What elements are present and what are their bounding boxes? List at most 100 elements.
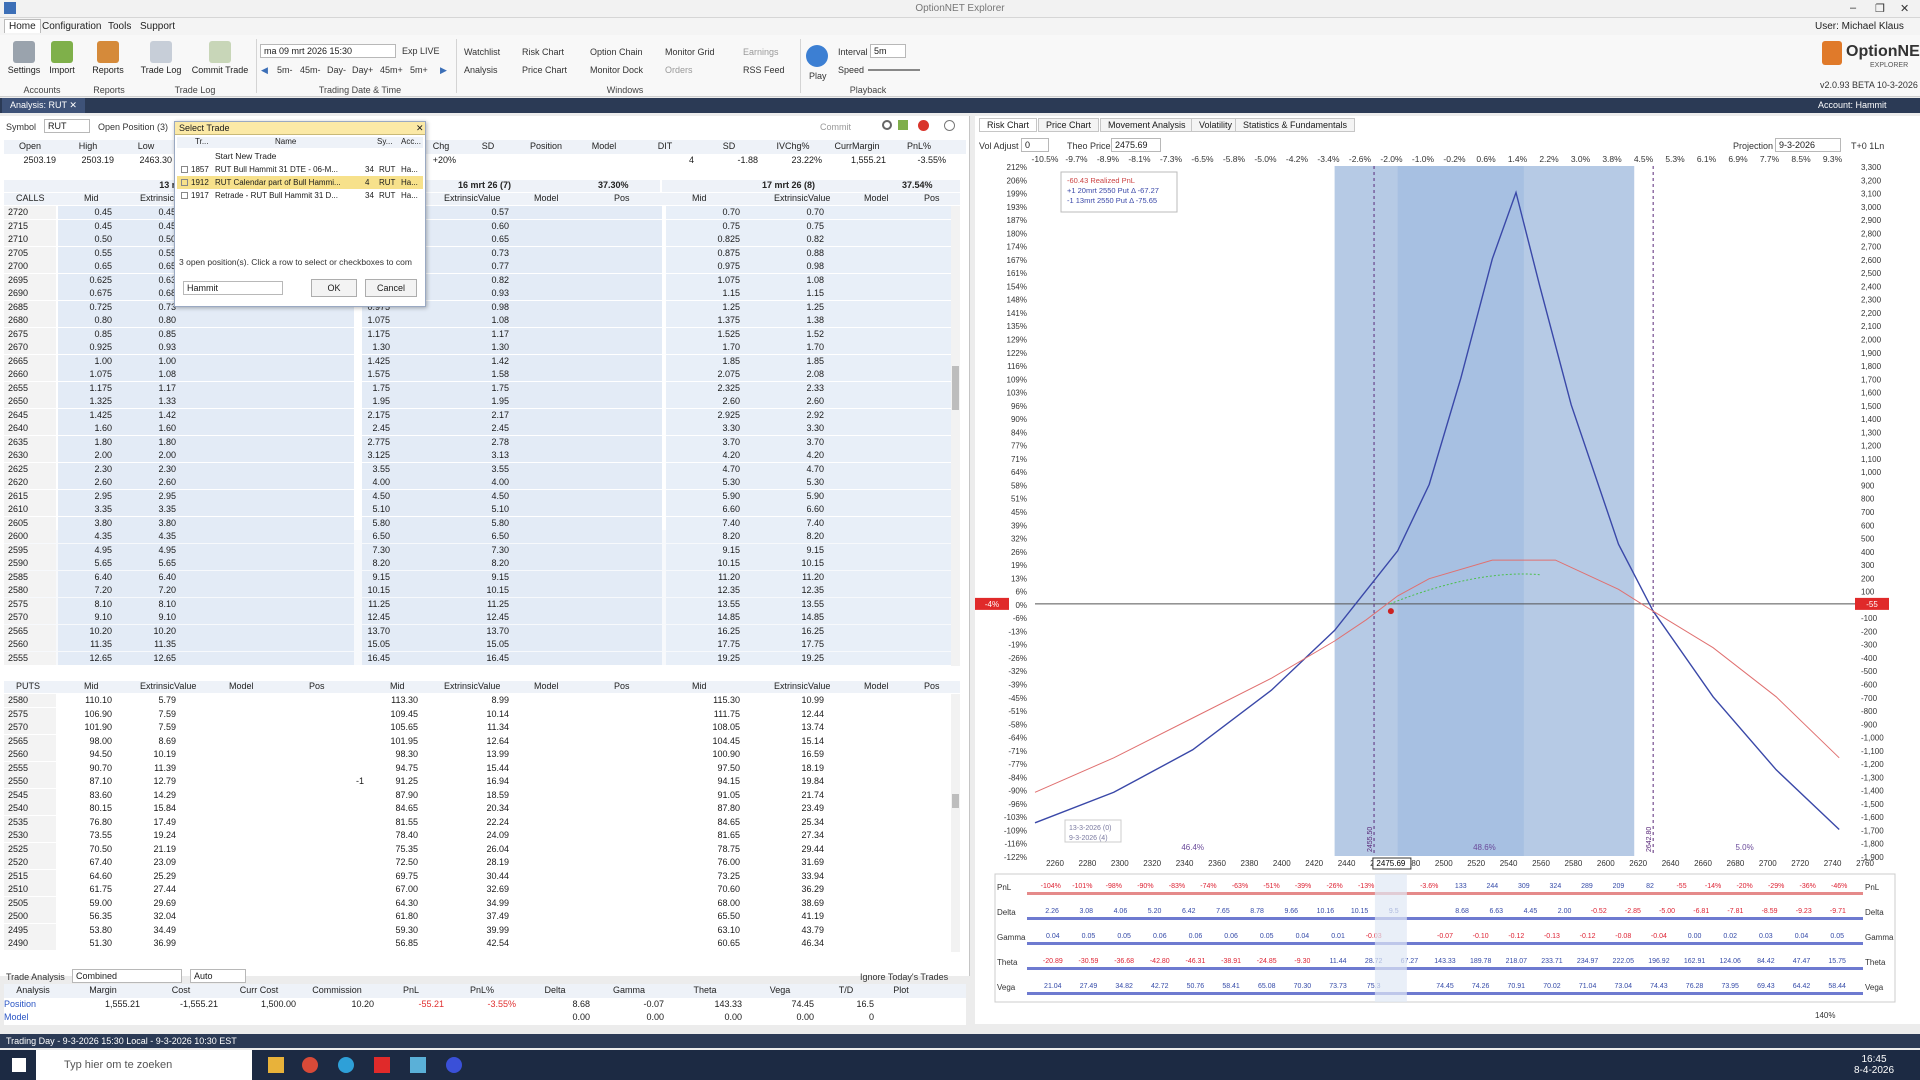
ignore-todays-trades-checkbox[interactable]: Ignore Today's Trades: [860, 972, 948, 982]
scroll-thumb[interactable]: [952, 366, 959, 410]
trade-log-button[interactable]: Trade Log: [140, 41, 182, 75]
calls-row[interactable]: 2640 1.60 1.60 2.45 2.45 3.30 3.30: [4, 422, 960, 436]
price-chart-button[interactable]: Price Chart: [522, 65, 567, 75]
step-5m-fwd[interactable]: 5m+: [410, 65, 428, 75]
monitor-grid-button[interactable]: Monitor Grid: [665, 47, 715, 57]
puts-row[interactable]: 2550 87.10 12.79 -1 91.25 16.94 94.15 19.84: [4, 775, 960, 789]
interval-select[interactable]: 5m: [870, 44, 906, 58]
checkbox-icon[interactable]: [181, 179, 188, 186]
checkbox-icon[interactable]: [181, 192, 188, 199]
puts-row[interactable]: 2495 53.80 34.49 59.30 39.99 63.10 43.79: [4, 923, 960, 937]
calls-row[interactable]: 2590 5.65 5.65 8.20 8.20 10.15 10.15: [4, 557, 960, 571]
speed-slider[interactable]: [868, 69, 920, 71]
commit-trade-button[interactable]: Commit Trade: [188, 41, 252, 75]
close-icon[interactable]: ✕: [1900, 2, 1909, 15]
calls-row[interactable]: 27050.550.550.730.730.8750.88: [4, 246, 960, 260]
puts-row[interactable]: 2580 110.10 5.79 113.30 8.99 115.30 10.99: [4, 694, 960, 708]
tab-statistics[interactable]: Statistics & Fundamentals: [1235, 118, 1356, 132]
calls-row[interactable]: 2595 4.95 4.95 7.30 7.30 9.15 9.15: [4, 543, 960, 557]
calls-row[interactable]: 2605 3.80 3.80 5.80 5.80 7.40 7.40: [4, 516, 960, 530]
dialog-close-icon[interactable]: ✕: [416, 123, 424, 134]
chrome-icon[interactable]: [302, 1057, 318, 1073]
analysis-button[interactable]: Analysis: [464, 65, 498, 75]
reports-button[interactable]: Reports: [88, 41, 128, 75]
calls-row[interactable]: 2630 2.00 2.00 3.125 3.13 4.20 4.20: [4, 449, 960, 463]
edge-icon[interactable]: [338, 1057, 354, 1073]
calls-row[interactable]: 2650 1.325 1.33 1.95 1.95 2.60 2.60: [4, 395, 960, 409]
risk-chart-button[interactable]: Risk Chart: [522, 47, 564, 57]
calls-row[interactable]: 27150.450.450.600.600.750.75: [4, 219, 960, 233]
dialog-ok-button[interactable]: OK: [311, 279, 357, 297]
file-explorer-icon[interactable]: [268, 1057, 284, 1073]
calls-scrollbar[interactable]: [951, 206, 960, 666]
calls-row[interactable]: 2615 2.95 2.95 4.50 4.50 5.90 5.90: [4, 489, 960, 503]
windows-start-icon[interactable]: [12, 1058, 26, 1072]
puts-row[interactable]: 2560 94.50 10.19 98.30 13.99 100.90 16.59: [4, 748, 960, 762]
settings-icon[interactable]: [944, 120, 955, 131]
calls-row[interactable]: 2565 10.20 10.20 13.70 13.70 16.25 16.25: [4, 624, 960, 638]
calls-row[interactable]: 2660 1.075 1.08 1.575 1.58 2.075 2.08: [4, 368, 960, 382]
ta-row[interactable]: Model 0.00 0.00 0.00 0.00 0: [4, 1011, 966, 1025]
commit-button[interactable]: Commit: [820, 122, 851, 132]
calls-row[interactable]: 2555 12.65 12.65 16.45 16.45 19.25 19.25: [4, 651, 960, 665]
puts-row[interactable]: 2540 80.15 15.84 84.65 20.34 87.80 23.49: [4, 802, 960, 816]
puts-row[interactable]: 2505 59.00 29.69 64.30 34.99 68.00 38.69: [4, 896, 960, 910]
puts-row[interactable]: 2575 106.90 7.59 109.45 10.14 111.75 12.44: [4, 707, 960, 721]
calls-row[interactable]: 2665 1.00 1.00 1.425 1.42 1.85 1.85: [4, 354, 960, 368]
rss-feed-button[interactable]: RSS Feed: [743, 65, 785, 75]
earnings-button[interactable]: Earnings: [743, 47, 779, 57]
puts-row[interactable]: 2570 101.90 7.59 105.65 11.34 108.05 13.74: [4, 721, 960, 735]
menu-support[interactable]: Support: [140, 21, 175, 32]
menu-home[interactable]: Home: [4, 19, 41, 33]
taskbar-search[interactable]: Typ hier om te zoeken: [36, 1050, 252, 1080]
calls-row[interactable]: 27100.500.500.650.650.8250.82: [4, 233, 960, 247]
checkbox-icon[interactable]: [181, 166, 188, 173]
puts-row[interactable]: 2500 56.35 32.04 61.80 37.49 65.50 41.19: [4, 910, 960, 924]
puts-row[interactable]: 2515 64.60 25.29 69.75 30.44 73.25 33.94: [4, 869, 960, 883]
trading-date-input[interactable]: ma 09 mrt 2026 15:30: [260, 44, 396, 58]
calls-row[interactable]: 2610 3.35 3.35 5.10 5.10 6.60 6.60: [4, 503, 960, 517]
export-icon[interactable]: [898, 120, 908, 130]
app-red-icon[interactable]: [374, 1057, 390, 1073]
dialog-trade-row[interactable]: 1912 RUT Calendar part of Bull Hammi... 4 R…: [177, 176, 423, 189]
dialog-trade-row[interactable]: 1857 RUT Bull Hammit 31 DTE - 06-M... 34 RU…: [177, 163, 423, 176]
calls-row[interactable]: 2670 0.925 0.93 1.30 1.30 1.70 1.70: [4, 341, 960, 355]
projection-date[interactable]: 9-3-2026: [1775, 138, 1841, 152]
theo-price-input[interactable]: 2475.69: [1111, 138, 1161, 152]
start-new-trade[interactable]: Start New Trade: [215, 151, 276, 161]
import-button[interactable]: Import: [44, 41, 80, 75]
trade-analysis-auto[interactable]: Auto: [190, 969, 246, 983]
calls-row[interactable]: 2635 1.80 1.80 2.775 2.78 3.70 3.70: [4, 435, 960, 449]
puts-scrollbar[interactable]: [951, 694, 960, 952]
tab-price-chart[interactable]: Price Chart: [1038, 118, 1100, 132]
optionnet-taskbar-icon[interactable]: [410, 1057, 426, 1073]
stop-icon[interactable]: [918, 120, 929, 131]
calls-row[interactable]: 26900.6750.680.930.931.151.15: [4, 287, 960, 301]
puts-row[interactable]: 2520 67.40 23.09 72.50 28.19 76.00 31.69: [4, 856, 960, 870]
trade-analysis-mode[interactable]: Combined: [72, 969, 182, 983]
puts-row[interactable]: 2490 51.30 36.99 56.85 42.54 60.65 46.34: [4, 937, 960, 951]
calls-row[interactable]: 2625 2.30 2.30 3.55 3.55 4.70 4.70: [4, 462, 960, 476]
puts-row[interactable]: 2510 61.75 27.44 67.00 32.69 70.60 36.29: [4, 883, 960, 897]
monitor-dock-button[interactable]: Monitor Dock: [590, 65, 643, 75]
dialog-trade-row[interactable]: 1917 Retrade - RUT Bull Hammit 31 D... 34 R…: [177, 189, 423, 202]
step-back-icon[interactable]: ◀: [261, 65, 268, 76]
step-45m-fwd[interactable]: 45m+: [380, 65, 403, 75]
calls-row[interactable]: 2570 9.10 9.10 12.45 12.45 14.85 14.85: [4, 611, 960, 625]
calls-row[interactable]: 2580 7.20 7.20 10.15 10.15 12.35 12.35: [4, 584, 960, 598]
minimize-icon[interactable]: –: [1850, 2, 1856, 14]
tab-risk-chart[interactable]: Risk Chart: [979, 118, 1038, 132]
calls-row[interactable]: 2600 4.35 4.35 6.50 6.50 8.20 8.20: [4, 530, 960, 544]
puts-row[interactable]: 2545 83.60 14.29 87.90 18.59 91.05 21.74: [4, 788, 960, 802]
puts-row[interactable]: 2535 76.80 17.49 81.55 22.24 84.65 25.34: [4, 815, 960, 829]
ta-row[interactable]: Position 1,555.21 -1,555.21 1,500.00 10.20 -5…: [4, 998, 966, 1012]
settings-button[interactable]: Settings: [6, 41, 42, 75]
scroll-thumb[interactable]: [952, 794, 959, 808]
calls-row[interactable]: 27000.650.650.770.770.9750.98: [4, 260, 960, 274]
orders-button[interactable]: Orders: [665, 65, 693, 75]
maximize-icon[interactable]: ❐: [1875, 2, 1885, 15]
puts-row[interactable]: 2525 70.50 21.19 75.35 26.04 78.75 29.44: [4, 842, 960, 856]
step-day-back[interactable]: Day-: [327, 65, 346, 75]
calls-row[interactable]: 27200.450.450.570.570.700.70: [4, 206, 960, 220]
calls-row[interactable]: 2655 1.175 1.17 1.75 1.75 2.325 2.33: [4, 381, 960, 395]
